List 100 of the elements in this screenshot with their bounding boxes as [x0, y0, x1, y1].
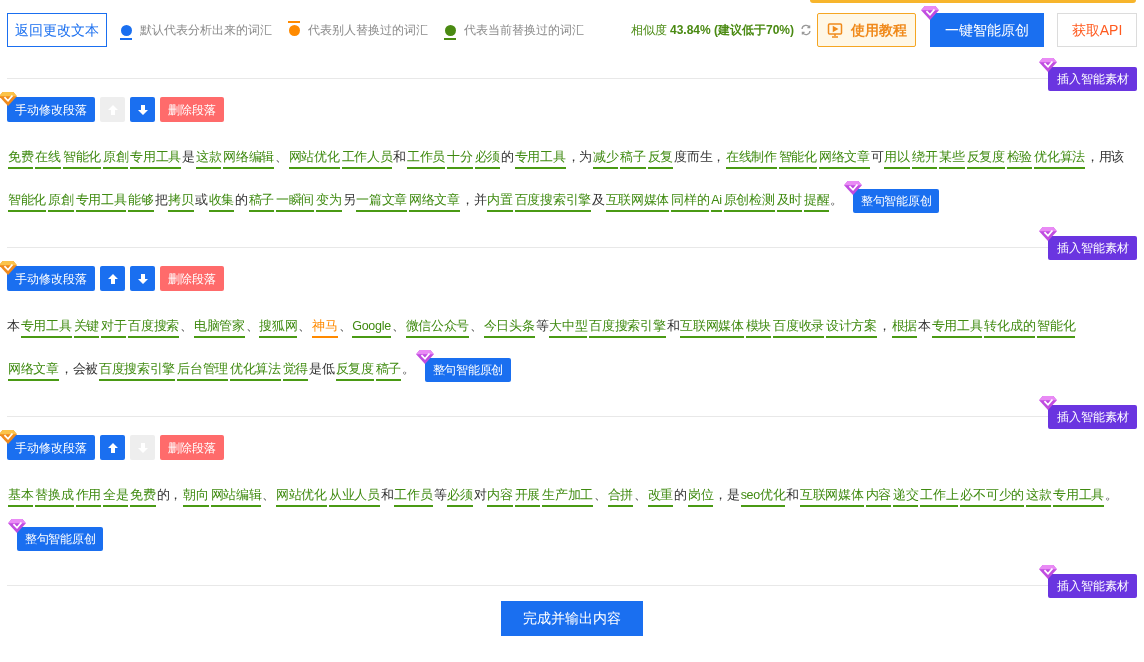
highlighted-word[interactable]: 内置	[487, 193, 513, 212]
highlighted-word[interactable]: 觉得	[282, 362, 309, 381]
highlighted-word[interactable]: 专用工具	[1053, 488, 1105, 507]
highlighted-word[interactable]: 百度搜索引擎	[98, 362, 176, 381]
highlighted-word[interactable]: Ai	[711, 193, 722, 212]
highlighted-word[interactable]: 朝向	[183, 488, 209, 507]
move-down-button[interactable]	[130, 97, 155, 122]
highlighted-word[interactable]: 网络文章	[8, 362, 59, 381]
tutorial-button[interactable]: 使用教程	[817, 13, 916, 47]
highlighted-word[interactable]: 反复度	[966, 150, 1005, 169]
move-up-button[interactable]	[100, 435, 125, 460]
highlighted-word[interactable]: 能够	[128, 193, 154, 212]
highlighted-word[interactable]: 改重	[647, 488, 674, 507]
highlighted-word[interactable]: 网站优化	[288, 150, 340, 169]
highlighted-word[interactable]: 互联网媒体	[680, 319, 744, 338]
move-down-button[interactable]	[130, 266, 155, 291]
highlighted-word[interactable]: 工作上	[920, 488, 959, 507]
back-button[interactable]: 返回更改文本	[7, 13, 107, 47]
delete-paragraph-button[interactable]: 删除段落	[160, 266, 224, 291]
highlighted-word[interactable]: 网站编辑	[210, 488, 262, 507]
highlighted-word[interactable]: 专用工具	[130, 150, 182, 169]
highlighted-word[interactable]: 互联网媒体	[800, 488, 864, 507]
highlighted-word[interactable]: 检验	[1006, 150, 1033, 169]
highlighted-word[interactable]: 原創	[102, 150, 129, 169]
highlighted-word[interactable]: 互联网媒体	[605, 193, 670, 212]
highlighted-word[interactable]: 关键	[73, 319, 99, 338]
highlighted-word[interactable]: 同样的	[671, 193, 710, 212]
highlighted-word[interactable]: 内容	[487, 488, 513, 507]
highlighted-word[interactable]: 这款	[195, 150, 222, 169]
highlighted-word[interactable]: 稿子	[620, 150, 646, 169]
highlighted-word[interactable]: 原創	[48, 193, 74, 212]
highlighted-word[interactable]: 原创检测	[723, 193, 775, 212]
highlighted-word[interactable]: 作用	[75, 488, 101, 507]
highlighted-word[interactable]: 百度搜索	[128, 319, 180, 338]
highlighted-word[interactable]: 百度搜索引擎	[514, 193, 591, 212]
highlighted-word[interactable]: 智能化	[8, 193, 47, 212]
highlighted-word[interactable]: 免费	[8, 150, 34, 169]
move-up-button[interactable]	[100, 266, 125, 291]
highlighted-word[interactable]: 根据	[891, 319, 917, 338]
highlighted-word[interactable]: 工作人员	[341, 150, 393, 169]
highlighted-word[interactable]: 网络文章	[409, 193, 460, 212]
highlighted-word[interactable]: 绕开	[911, 150, 938, 169]
insert-material-button[interactable]: 插入智能素材	[1048, 573, 1137, 598]
refresh-icon[interactable]	[800, 24, 812, 36]
highlighted-word[interactable]: 拷贝	[168, 193, 194, 212]
highlighted-word[interactable]: 变为	[316, 193, 342, 212]
highlighted-word[interactable]: 开展	[514, 488, 541, 507]
api-button[interactable]: 获取API	[1057, 13, 1137, 47]
highlighted-word[interactable]: 岗位	[687, 488, 714, 507]
highlighted-word[interactable]: 搜狐网	[259, 319, 298, 338]
highlighted-word[interactable]: 网站优化	[276, 488, 327, 507]
highlighted-word[interactable]: 智能化	[1037, 319, 1076, 338]
rewrite-sentence-button[interactable]: 整句智能原创	[424, 357, 511, 382]
delete-paragraph-button[interactable]: 删除段落	[160, 97, 224, 122]
highlighted-word[interactable]: 必须	[474, 150, 500, 169]
highlighted-word[interactable]: 内容	[865, 488, 891, 507]
highlighted-word[interactable]: Google	[352, 319, 391, 338]
highlighted-word[interactable]: 十分	[447, 150, 473, 169]
highlighted-word[interactable]: 网络文章	[818, 150, 870, 169]
highlighted-word[interactable]: 工作员	[394, 488, 433, 507]
highlighted-word[interactable]: 百度收录	[773, 319, 824, 338]
highlighted-word[interactable]: 免费	[130, 488, 156, 507]
highlighted-word[interactable]: 基本	[8, 488, 34, 507]
highlighted-word[interactable]: 合拼	[607, 488, 634, 507]
highlighted-word[interactable]: 专用工具	[514, 150, 566, 169]
rewrite-sentence-button[interactable]: 整句智能原创	[853, 188, 940, 213]
edit-paragraph-button[interactable]: 手动修改段落	[7, 97, 95, 123]
highlighted-word[interactable]: 对于	[100, 319, 127, 338]
highlighted-word[interactable]: 智能化	[62, 150, 101, 169]
insert-material-button[interactable]: 插入智能素材	[1048, 235, 1137, 260]
highlighted-word[interactable]: 必不可少的	[960, 488, 1024, 507]
highlighted-word[interactable]: 及时	[776, 193, 802, 212]
finish-button[interactable]: 完成并输出内容	[501, 601, 643, 636]
highlighted-word[interactable]: 收集	[208, 193, 234, 212]
highlighted-word[interactable]: 设计方案	[826, 319, 877, 338]
highlighted-word[interactable]: 在线制作	[725, 150, 777, 169]
highlighted-word[interactable]: 减少	[592, 150, 619, 169]
highlighted-word[interactable]: 必须	[447, 488, 473, 507]
highlighted-word[interactable]: 专用工具	[75, 193, 127, 212]
highlighted-word[interactable]: 稿子	[375, 362, 402, 381]
highlighted-word[interactable]: 从业人员	[328, 488, 380, 507]
highlighted-word[interactable]: 稿子	[248, 193, 275, 212]
highlighted-word[interactable]: 一篇文章	[356, 193, 408, 212]
highlighted-word[interactable]: 一瞬间	[276, 193, 315, 212]
highlighted-word[interactable]: 反复度	[335, 362, 374, 381]
highlighted-word[interactable]: 百度搜索引擎	[589, 319, 666, 338]
highlighted-word[interactable]: 专用工具	[20, 319, 72, 338]
highlighted-word[interactable]: 用以	[884, 150, 910, 169]
highlighted-word[interactable]: 全是	[102, 488, 129, 507]
highlighted-word[interactable]: seo优化	[740, 488, 786, 507]
highlighted-word[interactable]: 递交	[892, 488, 919, 507]
rewrite-all-button[interactable]: 一键智能原创	[930, 13, 1044, 47]
highlighted-word[interactable]: 大中型	[549, 319, 588, 338]
highlighted-word[interactable]: 今日头条	[483, 319, 535, 338]
highlighted-word[interactable]: 模块	[745, 319, 772, 338]
highlighted-word[interactable]: 优化算法	[1034, 150, 1085, 169]
highlighted-word[interactable]: 网络编辑	[223, 150, 275, 169]
highlighted-word[interactable]: 微信公众号	[405, 319, 469, 338]
insert-material-button[interactable]: 插入智能素材	[1048, 66, 1137, 91]
delete-paragraph-button[interactable]: 删除段落	[160, 435, 224, 460]
